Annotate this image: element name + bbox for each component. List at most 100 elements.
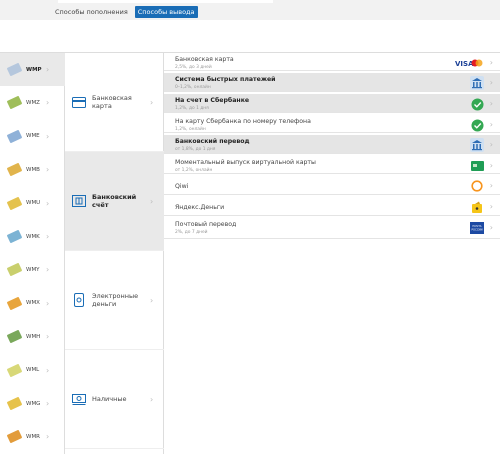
chevron-right-icon: › [489, 161, 493, 170]
chevron-right-icon: › [489, 99, 493, 108]
chevron-right-icon: › [489, 120, 493, 129]
wallet-icon [6, 229, 23, 244]
withdraw-option[interactable]: Моментальный выпуск виртуальной карты от … [164, 156, 500, 174]
svg-text:VISA: VISA [455, 60, 474, 68]
withdraw-option[interactable]: Яндекс.Деньги › [164, 197, 500, 216]
option-title: Яндекс.Деньги [175, 204, 225, 211]
svg-text:ПОЧТА: ПОЧТА [472, 224, 481, 228]
methods-panel: WMP › WMZ › WME › WMB › WMU › WMK › WMY › WMX › WMH › WML ›… [0, 52, 500, 454]
chevron-right-icon: › [489, 202, 493, 211]
chevron-right-icon: › [150, 196, 154, 206]
wallet-icon [6, 329, 23, 344]
wallet-code: WME [26, 133, 40, 140]
virtual-card-icon [470, 159, 484, 173]
bank-building-icon [470, 76, 484, 90]
method-label: Наличные [92, 395, 127, 403]
wallet-code: WMR [26, 433, 41, 440]
tabs: Способы пополнения Способы вывода [52, 5, 198, 19]
method-label: Банковская карта [92, 94, 132, 110]
wallet-icon [6, 296, 23, 311]
method-bank-card[interactable]: Банковская карта › [65, 53, 164, 152]
method-list: Банковская карта › Банковский счёт › Эле… [65, 53, 164, 454]
wallet-icon [6, 363, 23, 377]
option-subtitle: 0–1,2%, онлайн [175, 85, 211, 90]
wallet-code: WMY [26, 266, 40, 273]
method-label: Электронные деньги [92, 292, 139, 308]
chevron-right-icon: › [46, 432, 50, 442]
withdraw-option[interactable]: Банковский перевод от 1,8%, до 1 дня › [164, 135, 500, 154]
wallet-code: WMG [26, 400, 41, 407]
wallet-item-wmk[interactable]: WMK › [0, 220, 65, 253]
svg-text:РОССИИ: РОССИИ [471, 228, 482, 232]
chevron-right-icon: › [150, 97, 154, 107]
wallet-code: WMX [26, 300, 40, 307]
withdraw-option[interactable]: На счет в Сбербанке 1,2%, до 1 дня › [164, 94, 500, 113]
chevron-right-icon: › [46, 98, 50, 108]
wallet-icon [6, 62, 23, 77]
withdraw-option[interactable]: Почтовый перевод 2%, до 7 дней ПОЧТА РОССИИ… [164, 218, 500, 239]
chevron-right-icon: › [489, 181, 493, 190]
option-title: Qiwi [175, 183, 189, 190]
wallet-item-wmu[interactable]: WMU › [0, 187, 65, 220]
wallet-item-wmb[interactable]: WMB › [0, 153, 65, 186]
wallet-code: WMP [26, 66, 42, 73]
wallet-item-wmz[interactable]: WMZ › [0, 86, 65, 119]
wallet-icon [72, 293, 86, 307]
chevron-right-icon: › [46, 265, 50, 275]
chevron-right-icon: › [46, 365, 50, 375]
wallet-icon [6, 96, 23, 110]
method-label: Банковский счёт [92, 193, 137, 209]
withdraw-option[interactable]: Банковская карта 2,5%, до 3 дней VISA › [164, 53, 500, 71]
method-e-money[interactable]: Электронные деньги › [65, 251, 164, 350]
option-subtitle: 1,2%, до 1 дня [175, 106, 209, 111]
chevron-right-icon: › [46, 298, 50, 308]
tab-withdraw-methods[interactable]: Способы вывода [134, 6, 198, 18]
wallet-item-wme[interactable]: WME › [0, 120, 65, 153]
chevron-right-icon: › [489, 223, 493, 232]
cash-icon [72, 393, 86, 405]
chevron-right-icon: › [46, 399, 50, 408]
card-icon [72, 96, 86, 108]
chevron-right-icon: › [46, 198, 50, 208]
option-subtitle: 1,2%, онлайн [175, 127, 206, 132]
option-list: Банковская карта 2,5%, до 3 дней VISA › Сист… [164, 53, 500, 454]
option-subtitle: от 1,8%, до 1 дня [175, 147, 216, 152]
chevron-right-icon: › [150, 394, 154, 404]
wallet-item-wmx[interactable]: WMX › [0, 287, 65, 320]
withdraw-option[interactable]: На карту Сбербанка по номеру телефона 1,2… [164, 115, 500, 133]
chevron-right-icon: › [489, 78, 493, 87]
bank-building-icon [470, 138, 484, 152]
wallet-code: WMU [26, 200, 41, 207]
chevron-right-icon: › [46, 165, 50, 175]
option-title: Система быстрых платежей [175, 76, 276, 83]
wallet-item-wmr[interactable]: WMR › [0, 420, 65, 453]
visa-mastercard-icon: VISA [454, 56, 484, 70]
wallet-icon [6, 162, 23, 177]
wallet-item-wmy[interactable]: WMY › [0, 253, 65, 286]
withdraw-option[interactable]: Система быстрых платежей 0–1,2%, онлайн › [164, 73, 500, 92]
wallet-code: WML [26, 367, 40, 374]
wallet-icon [6, 129, 23, 144]
wallet-icon [6, 396, 23, 411]
wallet-item-wml[interactable]: WML › [0, 354, 65, 387]
method-cash[interactable]: Наличные › [65, 350, 164, 449]
chevron-right-icon: › [46, 332, 50, 342]
chevron-right-icon: › [489, 58, 493, 67]
yandex-money-icon [470, 200, 484, 214]
option-title: На счет в Сбербанке [175, 97, 250, 104]
wallet-item-wmh[interactable]: WMH › [0, 320, 65, 353]
wallet-item-wmp[interactable]: WMP › [0, 53, 65, 86]
wallet-code: WMB [26, 166, 40, 173]
option-subtitle: 2,5%, до 3 дней [175, 65, 212, 70]
method-bank-account[interactable]: Банковский счёт › [65, 152, 164, 251]
top-bar-notch [58, 0, 273, 3]
withdraw-option[interactable]: Qiwi › [164, 176, 500, 195]
option-title: Почтовый перевод [175, 221, 237, 228]
wallet-item-wmg[interactable]: WMG › [0, 387, 65, 420]
option-title: Банковская карта [175, 56, 234, 63]
tab-top-up-methods[interactable]: Способы пополнения [52, 6, 131, 18]
wallet-code: WMK [26, 233, 40, 240]
option-subtitle: 2%, до 7 дней [175, 230, 208, 235]
wallet-code: WMH [26, 333, 41, 340]
sberbank-icon [470, 118, 484, 132]
